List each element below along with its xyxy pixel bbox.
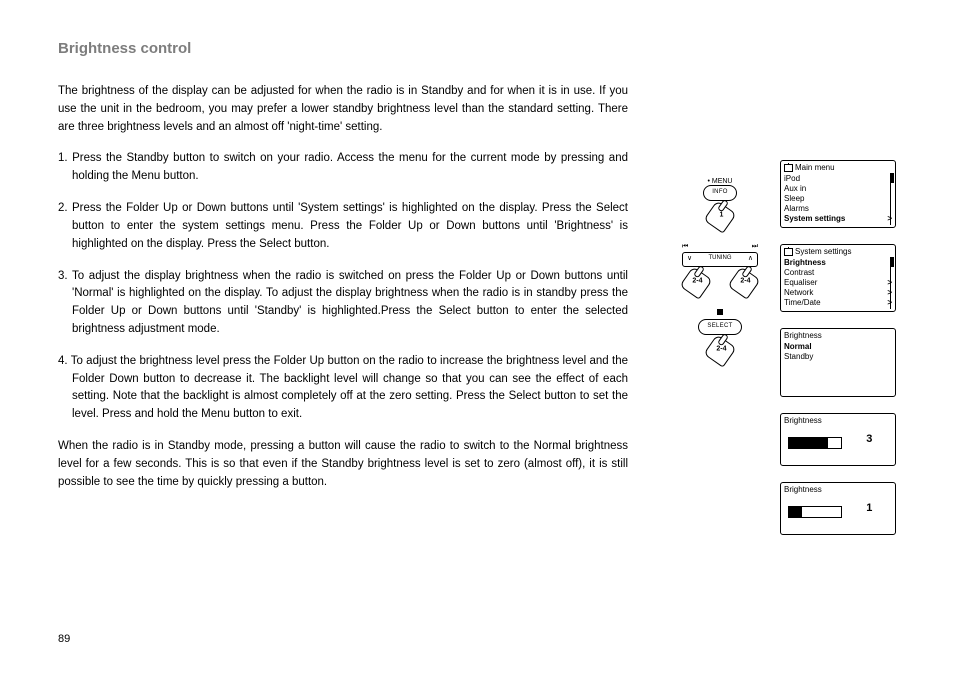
outro-paragraph: When the radio is in Standby mode, press… <box>58 438 628 491</box>
physical-buttons-diagram: • MENU INFO 1 ⏮ ⏭ ∨ TUNING ∧ 2-4 2-4 SEL… <box>680 178 760 363</box>
step-4: 4. To adjust the brightness level press … <box>58 353 628 424</box>
intro-paragraph: The brightness of the display can be adj… <box>58 83 628 136</box>
prev-track-icon: ⏮ <box>682 243 688 251</box>
lcd-screens: Main menu iPod Aux in Sleep Alarms Syste… <box>780 160 892 551</box>
scrollbar <box>890 257 894 309</box>
section-title: Brightness control <box>58 40 898 57</box>
body-text: The brightness of the display can be adj… <box>58 83 628 491</box>
down-arrow-icon: ∨ <box>687 253 692 264</box>
step-1: 1. Press the Standby button to switch on… <box>58 150 628 186</box>
lcd-system-settings: System settings Brightness Contrast Equa… <box>780 244 896 312</box>
brightness-bar <box>788 506 842 518</box>
next-track-icon: ⏭ <box>752 243 758 251</box>
lcd-brightness-level-3: Brightness 3 <box>780 413 896 466</box>
lcd-brightness-mode: Brightness Normal Standby <box>780 328 896 397</box>
up-arrow-icon: ∧ <box>748 253 753 264</box>
tuning-button-drawing: ∨ TUNING ∧ <box>682 252 758 267</box>
page-number: 89 <box>58 633 70 645</box>
hand-icon: 2-4 <box>703 334 736 367</box>
lcd-brightness-level-1: Brightness 1 <box>780 482 896 535</box>
scrollbar <box>890 173 894 225</box>
info-button-drawing: INFO <box>703 185 737 201</box>
brightness-bar <box>788 437 842 449</box>
step-2: 2. Press the Folder Up or Down buttons u… <box>58 200 628 253</box>
select-button-drawing: SELECT <box>698 319 741 335</box>
menu-label: • MENU <box>680 178 760 185</box>
step-3: 3. To adjust the display brightness when… <box>58 268 628 339</box>
stop-icon <box>717 309 723 315</box>
lcd-main-menu: Main menu iPod Aux in Sleep Alarms Syste… <box>780 160 896 228</box>
